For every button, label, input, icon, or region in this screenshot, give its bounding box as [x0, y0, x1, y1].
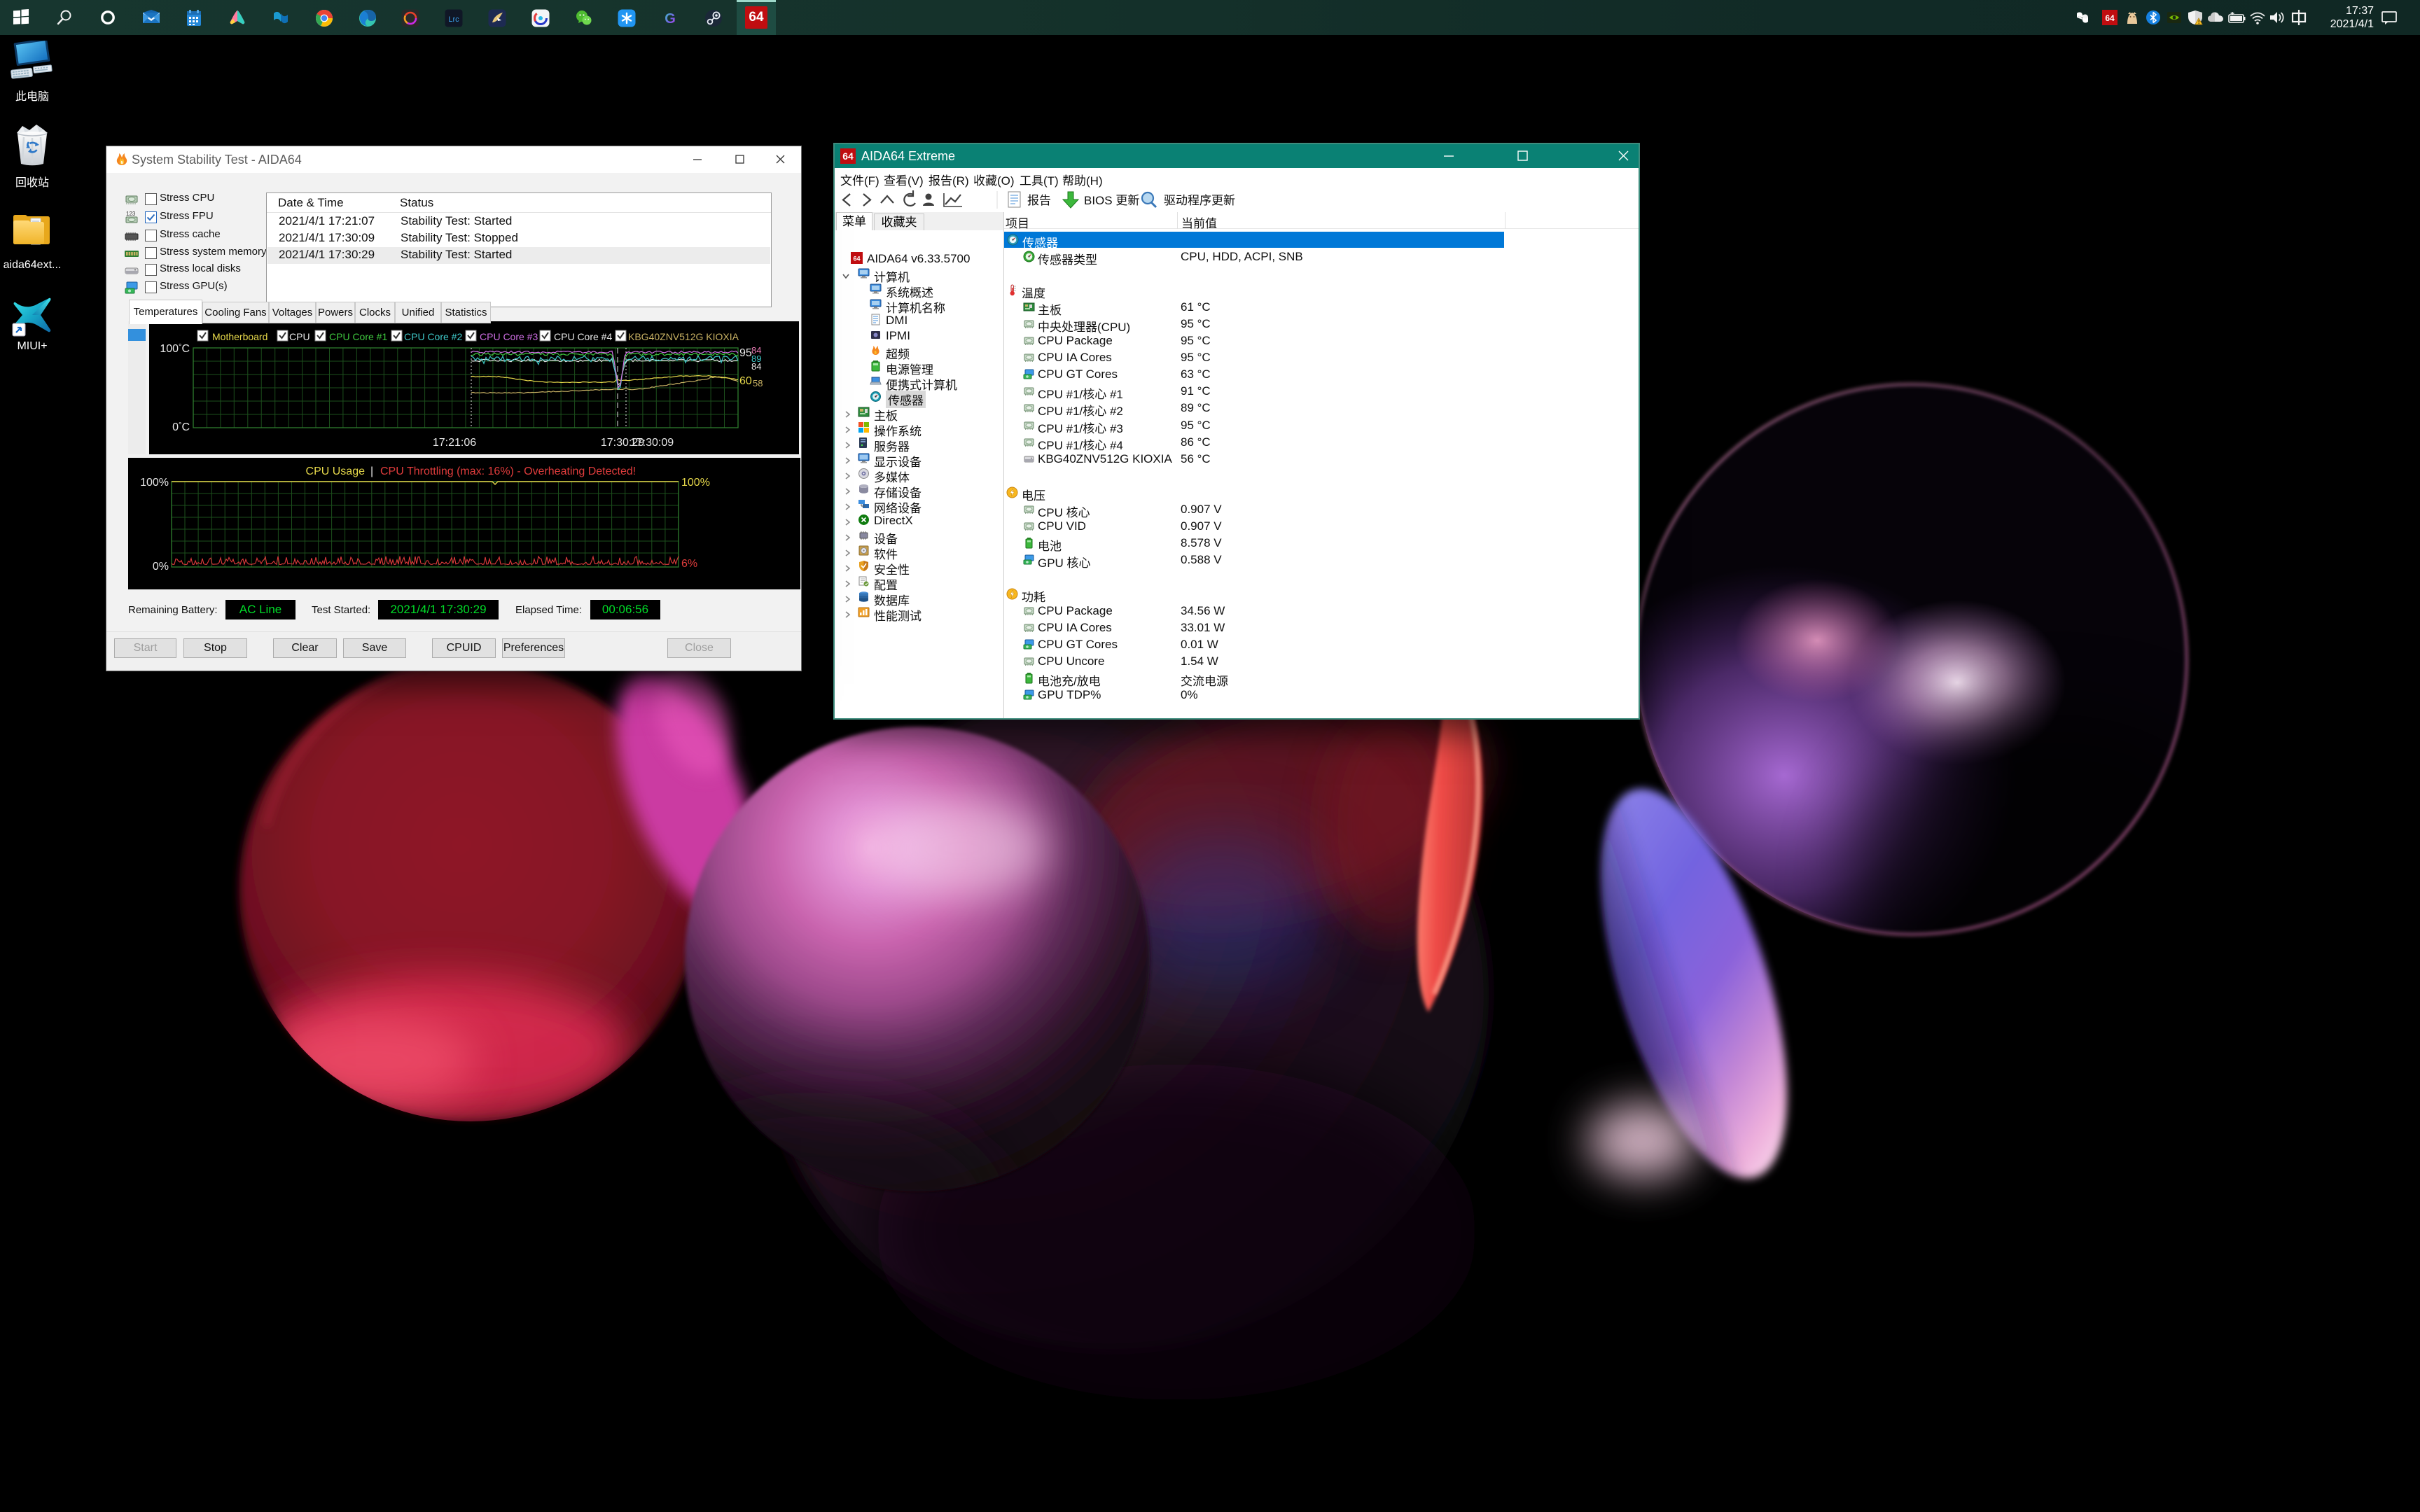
svg-text:0%: 0% [153, 561, 169, 573]
svg-text:驱动程序更新: 驱动程序更新 [1164, 194, 1235, 207]
svg-text:100°C: 100°C [160, 343, 190, 355]
svg-text:95: 95 [739, 347, 752, 359]
svg-text:60: 60 [739, 375, 752, 387]
svg-text:CPU Throttling (max: 16%) - Ov: CPU Throttling (max: 16%) - Overheating … [380, 465, 636, 477]
svg-text:CPU Core #4: CPU Core #4 [554, 331, 612, 342]
svg-text:17:30:09: 17:30:09 [630, 437, 674, 449]
svg-text:CPU: CPU [289, 331, 310, 342]
svg-text:BIOS 更新: BIOS 更新 [1084, 194, 1139, 207]
svg-text:CPU Core #2: CPU Core #2 [404, 331, 462, 342]
svg-text:G: G [665, 11, 676, 27]
svg-text:84: 84 [751, 361, 761, 372]
svg-text:6%: 6% [681, 558, 697, 570]
svg-text:100%: 100% [140, 477, 169, 489]
svg-text:64: 64 [853, 255, 860, 262]
svg-text:0°C: 0°C [172, 421, 190, 433]
svg-text:58: 58 [753, 378, 763, 388]
svg-text:CPU Core #3: CPU Core #3 [480, 331, 538, 342]
svg-text:64: 64 [2105, 13, 2115, 23]
svg-text:报告: 报告 [1027, 194, 1051, 207]
svg-text:17:21:06: 17:21:06 [433, 437, 476, 449]
svg-text:100%: 100% [681, 477, 710, 489]
svg-text:Lrc: Lrc [448, 15, 459, 24]
svg-text:CPU Usage: CPU Usage [306, 465, 366, 477]
svg-text:CPU Core #1: CPU Core #1 [329, 331, 387, 342]
svg-text:KBG40ZNV512G KIOXIA: KBG40ZNV512G KIOXIA [628, 331, 739, 342]
svg-text:Motherboard: Motherboard [212, 331, 267, 342]
svg-text:123: 123 [126, 211, 136, 217]
svg-text:|: | [370, 465, 373, 477]
